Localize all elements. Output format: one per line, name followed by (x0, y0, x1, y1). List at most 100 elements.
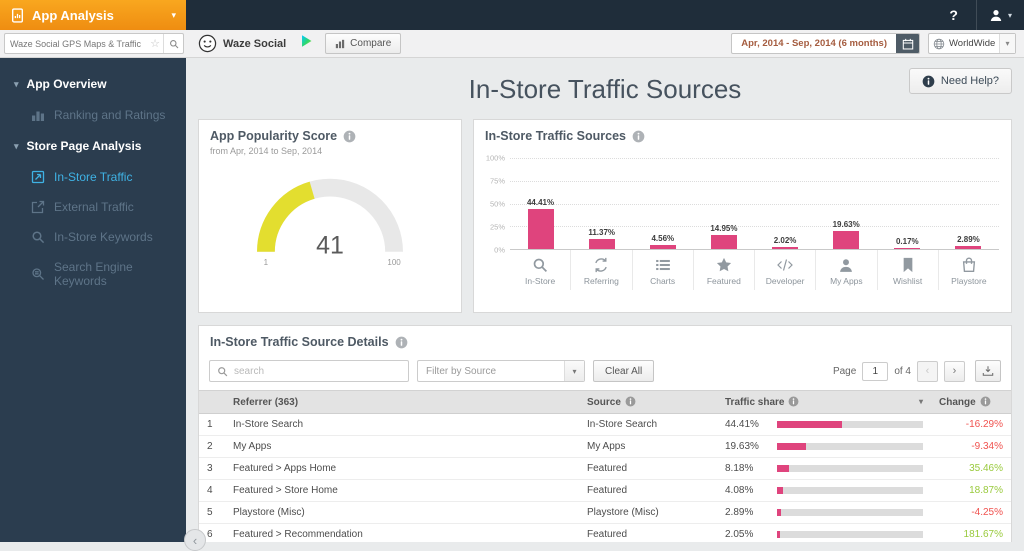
bar-column-referring: 11.37% (571, 158, 632, 249)
compare-button[interactable]: Compare (325, 33, 402, 54)
traffic-share-track (777, 421, 923, 428)
category-featured: Featured (692, 250, 754, 290)
bar-value-label: 2.89% (957, 235, 980, 245)
referrer-cell: Featured > Store Home (225, 479, 579, 502)
bar[interactable] (649, 244, 676, 249)
y-axis-tick: 50% (489, 199, 505, 209)
traffic-share-value: 2.89% (725, 507, 754, 518)
bar-column-my-apps: 19.63% (816, 158, 877, 249)
page-title: In-Store Traffic Sources (468, 74, 742, 104)
sidebar-item-label: Ranking and Ratings (54, 108, 166, 122)
bar[interactable] (527, 208, 554, 249)
traffic-details-table: Referrer (363) Source Traffic share ▾ Cha… (199, 390, 1011, 542)
prev-page-button[interactable]: ‹ (917, 360, 938, 382)
bar-value-label: 19.63% (832, 220, 860, 230)
row-number-cell: 1 (199, 413, 225, 436)
app-search-input[interactable] (5, 38, 148, 49)
magnifier-icon (169, 39, 179, 49)
help-button[interactable]: ? (931, 0, 976, 30)
store-selector[interactable] (300, 34, 313, 53)
region-dropdown[interactable]: WorldWide ▾ (928, 33, 1016, 54)
bar[interactable] (894, 248, 921, 249)
traffic-sources-card: In-Store Traffic Sources 100% 75% 50% 25% 0%… (473, 119, 1012, 313)
app-analysis-menu[interactable]: App Analysis ▾ (0, 0, 186, 30)
table-row[interactable]: 5 Playstore (Misc) Playstore (Misc) 2.89% -4… (199, 501, 1011, 524)
region-value: WorldWide (949, 38, 996, 49)
bar[interactable] (588, 238, 615, 249)
sort-caret-icon[interactable]: ▾ (919, 397, 923, 406)
bar[interactable] (955, 246, 982, 249)
traffic-share-header[interactable]: Traffic share ▾ (717, 390, 931, 414)
change-cell: 35.46% (931, 457, 1011, 480)
change-cell: 181.67% (931, 523, 1011, 542)
referrer-cell: My Apps (225, 435, 579, 458)
favorite-star-icon[interactable]: ☆ (147, 37, 163, 50)
sidebar-collapse-button[interactable]: ‹ (184, 529, 206, 551)
compare-label: Compare (350, 38, 392, 49)
traffic-share-bar (777, 531, 780, 538)
sidebar-item-label: External Traffic (54, 200, 134, 214)
category-axis: In-Store Referring Charts Featured Developer… (510, 250, 999, 290)
table-search-input[interactable] (234, 365, 401, 377)
info-icon (625, 396, 636, 407)
page-number-input[interactable] (862, 361, 889, 381)
source-cell: Featured (579, 479, 717, 502)
table-row[interactable]: 4 Featured > Store Home Featured 4.08% 18.87… (199, 479, 1011, 502)
app-search-button[interactable] (163, 34, 183, 53)
bar-chart-icon (335, 39, 345, 49)
traffic-share-cell: 4.08% (717, 479, 931, 502)
main-content: Need Help? In-Store Traffic Sources App … (186, 58, 1024, 542)
info-icon[interactable] (632, 130, 645, 143)
sidebar-section-app-overview[interactable]: ▾ App Overview (0, 68, 186, 100)
info-icon[interactable] (395, 336, 408, 349)
date-range-picker[interactable]: Apr, 2014 - Sep, 2014 (6 months) (731, 33, 920, 54)
bar[interactable] (710, 235, 737, 249)
popularity-gauge: 41 1 100 (257, 178, 403, 267)
bar-value-label: 44.41% (526, 197, 555, 207)
category-developer: Developer (754, 250, 815, 290)
table-row[interactable]: 6 Featured > Recommendation Featured 2.05% 1… (199, 523, 1011, 542)
sidebar-item-in-store-keywords[interactable]: In-Store Keywords (0, 222, 186, 252)
current-app-chip[interactable]: Waze Social (198, 34, 286, 53)
info-icon (922, 75, 935, 88)
chevron-down-icon: ▾ (14, 140, 19, 151)
category-label: In-Store (525, 276, 556, 286)
sidebar-section-store-page-analysis[interactable]: ▾ Store Page Analysis (0, 130, 186, 162)
info-icon[interactable] (343, 130, 356, 143)
sidebar-item-ranking-and-ratings[interactable]: Ranking and Ratings (0, 100, 186, 130)
bar[interactable] (833, 231, 860, 249)
gauge-subtitle: from Apr, 2014 to Sep, 2014 (210, 146, 323, 156)
category-my-apps: My Apps (815, 250, 876, 290)
bar-column-developer: 2.02% (755, 158, 816, 249)
traffic-share-value: 2.05% (725, 529, 754, 540)
table-row[interactable]: 3 Featured > Apps Home Featured 8.18% 35.46% (199, 457, 1011, 480)
source-cell: Playstore (Misc) (579, 501, 717, 524)
bar[interactable] (772, 247, 799, 249)
user-menu-button[interactable]: ▾ (975, 0, 1024, 30)
y-axis-tick: 25% (489, 222, 505, 232)
table-row[interactable]: 1 In-Store Search In-Store Search 44.41% -16… (199, 413, 1011, 436)
referrer-cell: Playstore (Misc) (225, 501, 579, 524)
source-header[interactable]: Source (579, 390, 717, 414)
table-row[interactable]: 2 My Apps My Apps 19.63% -9.34% (199, 435, 1011, 458)
filter-by-source-dropdown[interactable]: Filter by Source ▾ (417, 360, 585, 382)
sidebar-item-in-store-traffic[interactable]: In-Store Traffic (0, 162, 186, 192)
referrer-header[interactable]: Referrer (363) (225, 390, 579, 414)
export-button[interactable] (975, 360, 1001, 382)
chevron-down-icon: ▾ (999, 34, 1015, 53)
pagination: Page of 4 ‹ › (833, 360, 1001, 382)
traffic-share-track (777, 487, 923, 494)
category-label: Charts (650, 276, 676, 286)
sidebar-item-external-traffic[interactable]: External Traffic (0, 192, 186, 222)
card-title: App Popularity Score (210, 129, 338, 143)
app-toolbar: ☆ Waze Social Compare Apr, 2014 - Sep, 2… (0, 30, 1024, 58)
bookmark-icon (900, 257, 916, 273)
change-cell: -9.34% (931, 435, 1011, 458)
next-page-button[interactable]: › (944, 360, 965, 382)
change-header[interactable]: Change (931, 390, 1011, 414)
traffic-share-cell: 8.18% (717, 457, 931, 480)
need-help-button[interactable]: Need Help? (908, 68, 1012, 94)
calendar-button[interactable] (896, 34, 919, 53)
sidebar-item-search-engine-keywords[interactable]: Search Engine Keywords (0, 252, 186, 296)
clear-all-button[interactable]: Clear All (593, 360, 655, 382)
